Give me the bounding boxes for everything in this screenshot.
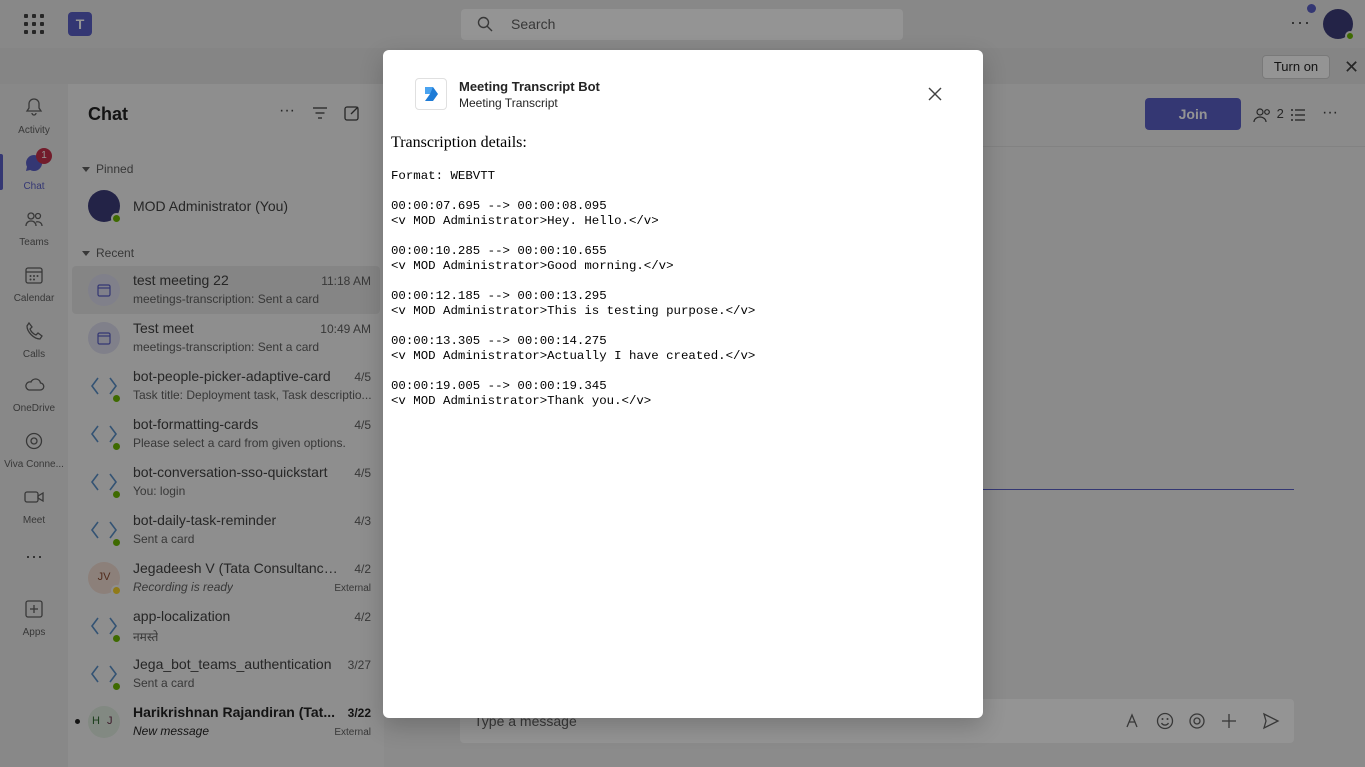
transcript-dialog: Meeting Transcript Bot Meeting Transcrip… xyxy=(383,50,983,718)
app-icon xyxy=(415,78,447,110)
meeting-transcript-bot-icon xyxy=(425,87,438,101)
transcript-body: Format: WEBVTT 00:00:07.695 --> 00:00:08… xyxy=(391,169,756,408)
transcript-heading: Transcription details: xyxy=(391,134,527,151)
close-icon[interactable] xyxy=(925,84,945,104)
app-name: Meeting Transcript Bot xyxy=(459,79,600,94)
app-subtitle: Meeting Transcript xyxy=(459,96,558,110)
